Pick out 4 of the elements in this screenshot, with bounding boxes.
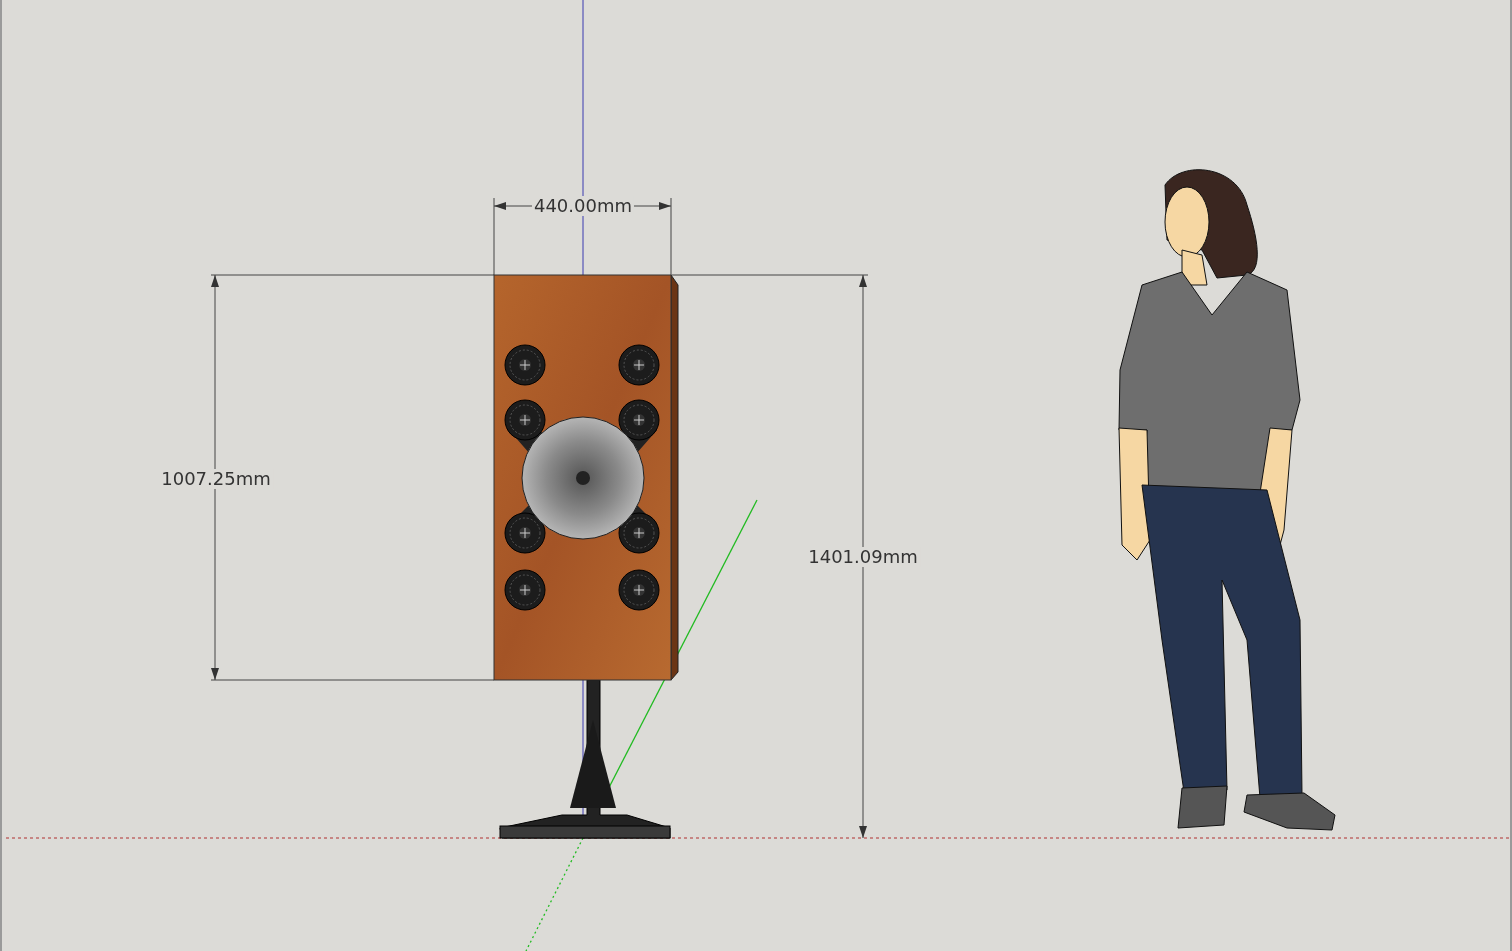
- dimension-label: 440.00mm: [531, 196, 635, 216]
- model-viewport[interactable]: 440.00mm 1007.25mm 1401.09mm: [0, 0, 1512, 951]
- person-silhouette-drawing[interactable]: [1118, 169, 1336, 831]
- speaker-on-stand-drawing[interactable]: [493, 274, 679, 839]
